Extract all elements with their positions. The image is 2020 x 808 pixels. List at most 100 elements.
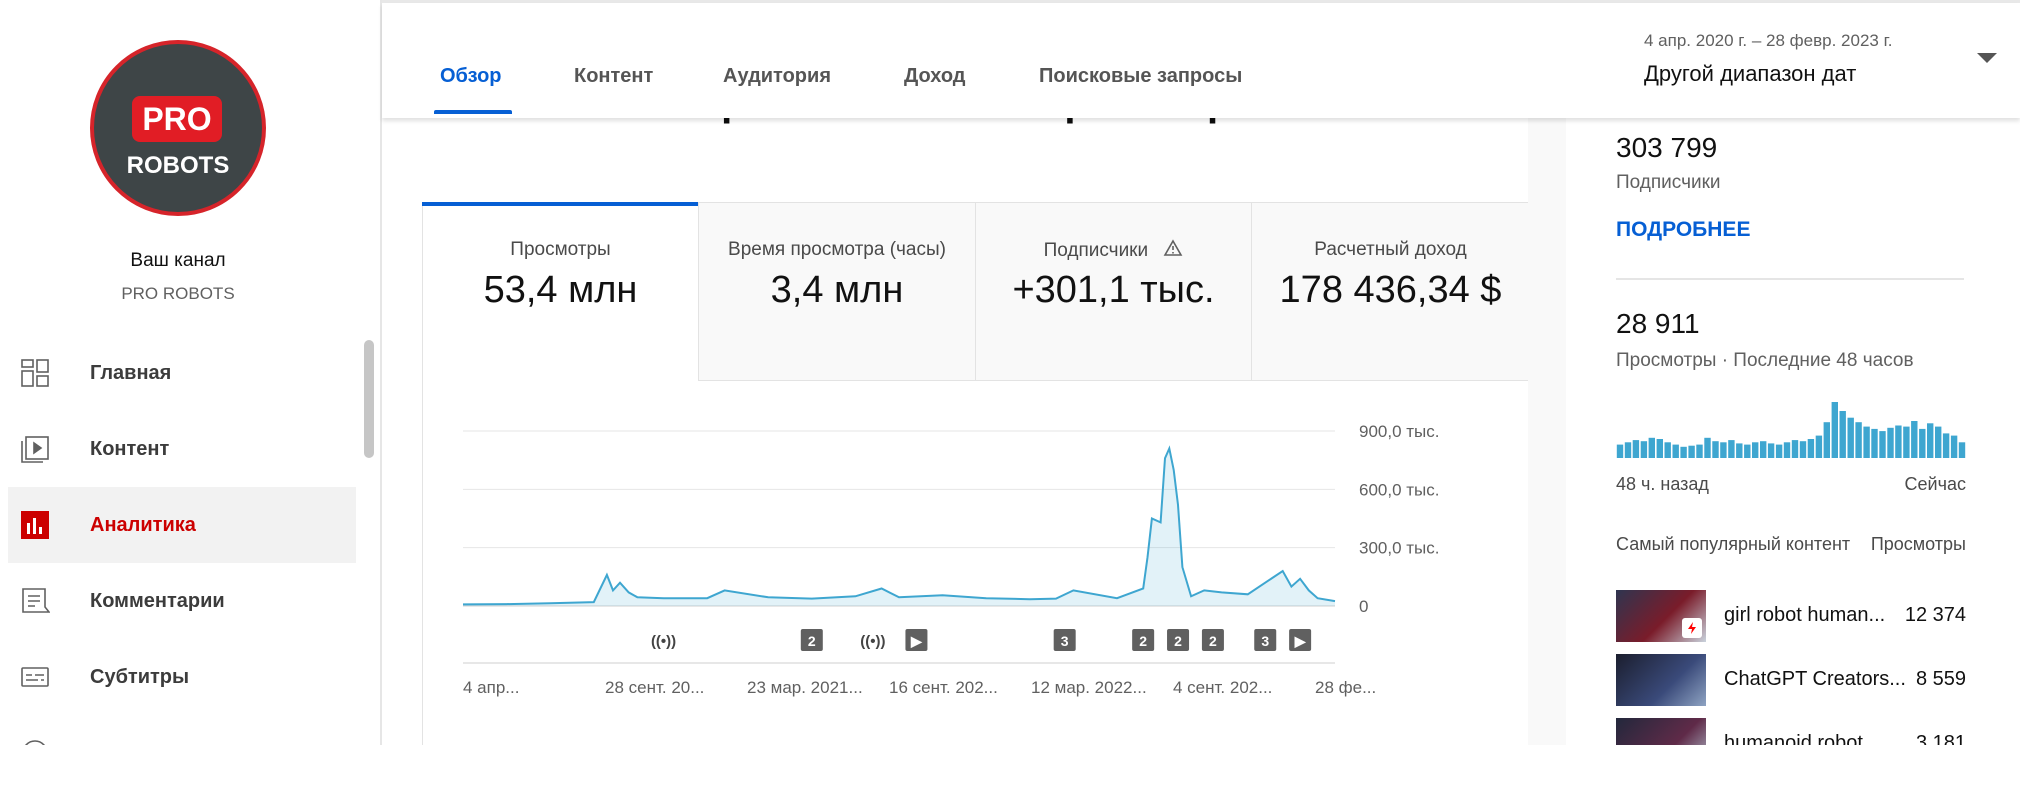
event-marker: ((•)): [860, 633, 885, 650]
analytics-page: PRO ROBOTS Ваш канал PRO ROBOTS Главная …: [0, 0, 2020, 808]
spark-bar: [1712, 441, 1719, 458]
spark-bar: [1680, 446, 1687, 458]
top-content-label: Самый популярный контент: [1616, 534, 1851, 554]
metrics-card: Просмотры 53,4 млн Время просмотра (часы…: [422, 202, 1530, 746]
spark-bar: [1752, 442, 1759, 458]
spark-bar: [1950, 435, 1958, 458]
event-marker: 2: [1174, 633, 1182, 649]
spark-bar: [1783, 442, 1791, 458]
top-video-row[interactable]: ChatGPT Creators... 8 559: [1616, 654, 1966, 708]
sidebar-item-label: Аналитика: [90, 513, 196, 536]
spark-bar: [1919, 428, 1926, 458]
subscribers-count: 303 799: [1616, 132, 1718, 163]
event-marker: ((•)): [651, 633, 676, 650]
metric-label-text: Подписчики: [1043, 240, 1149, 262]
video-views: 12 374: [1904, 604, 1966, 626]
details-link[interactable]: ПОДРОБНЕЕ: [1616, 218, 1750, 242]
views48-count: 28 911: [1616, 308, 1700, 339]
realtime-sparkline[interactable]: [1616, 398, 1966, 458]
x-tick-label: 28 сент. 20...: [605, 678, 704, 697]
circle-icon: [18, 736, 52, 745]
comments-icon: [18, 584, 52, 618]
tab-revenue[interactable]: Доход: [904, 65, 965, 88]
sidebar-scrollbar[interactable]: [364, 340, 374, 458]
metric-value: 53,4 млн: [483, 269, 638, 311]
channel-title: Ваш канал: [130, 250, 226, 271]
sidebar-item-analytics[interactable]: Аналитика: [8, 487, 356, 563]
event-marker: 3: [1061, 633, 1069, 649]
channel-avatar[interactable]: PRO ROBOTS: [90, 40, 266, 216]
spark-bar: [1672, 444, 1679, 458]
metric-label: Подписчики: [976, 239, 1251, 263]
analytics-icon: [18, 508, 52, 542]
spark-bar: [1696, 444, 1703, 458]
spark-bar: [1704, 437, 1711, 458]
x-tick-label: 23 мар. 2021...: [747, 678, 863, 697]
date-range-text: 4 апр. 2020 г. – 28 февр. 2023 г.: [1644, 31, 1893, 50]
event-marker: ▶: [1294, 633, 1307, 649]
spark-bar: [1895, 425, 1902, 458]
metric-value: 178 436,34 $: [1279, 269, 1502, 311]
spark-bar: [1831, 402, 1838, 458]
metric-label: Расчетный доход: [1314, 239, 1467, 260]
event-marker: 2: [1209, 633, 1217, 649]
y-tick-label: 600,0 тыс.: [1359, 480, 1440, 499]
spark-bar: [1839, 411, 1846, 458]
metric-tab-views[interactable]: Просмотры 53,4 млн: [422, 202, 699, 381]
views48-label: Просмотры · Последние 48 часов: [1616, 350, 1914, 371]
metric-label: Время просмотра (часы): [728, 239, 946, 260]
event-marker: ▶: [910, 633, 923, 649]
sidebar-item-dashboard[interactable]: Главная: [8, 335, 356, 411]
spark-bar: [1688, 445, 1695, 458]
sidebar-item-more[interactable]: [8, 715, 356, 745]
spark-bar: [1640, 441, 1648, 458]
x-tick-label: 12 мар. 2022...: [1031, 678, 1147, 697]
spark-bar: [1863, 426, 1870, 458]
spark-bar: [1871, 428, 1878, 458]
divider: [1616, 278, 1964, 280]
event-marker: 3: [1261, 633, 1269, 649]
spark-bar: [1927, 423, 1934, 458]
sidebar-item-subtitles[interactable]: Субтитры: [8, 639, 356, 715]
views-chart[interactable]: 900,0 тыс. 600,0 тыс. 300,0 тыс. 0 ((•)) 2 ((•…: [423, 383, 1503, 743]
event-marker: 2: [808, 633, 816, 649]
avatar-pro-badge: PRO: [132, 96, 222, 142]
sidebar-item-comments[interactable]: Комментарии: [8, 563, 356, 639]
sidebar-item-label: Субтитры: [90, 665, 190, 688]
date-range-label: Другой диапазон дат: [1644, 61, 1857, 86]
spark-bar: [1736, 443, 1743, 458]
x-tick-label: 4 сент. 202...: [1173, 678, 1272, 697]
x-tick-label: 16 сент. 202...: [889, 678, 998, 697]
metric-tab-watch-time[interactable]: Время просмотра (часы) 3,4 млн: [699, 203, 976, 381]
video-thumbnail[interactable]: [1616, 654, 1706, 706]
spark-bar: [1624, 442, 1632, 458]
top-video-row[interactable]: girl robot human... 12 374: [1616, 590, 1966, 644]
metric-tab-subscribers[interactable]: Подписчики +301,1 тыс.: [976, 203, 1252, 381]
spark-bar: [1744, 444, 1751, 458]
video-title[interactable]: girl robot human...: [1724, 604, 1885, 627]
spark-end-label: Сейчас: [1904, 474, 1966, 494]
event-marker: 2: [1139, 633, 1147, 649]
tab-search-queries[interactable]: Поисковые запросы: [1039, 65, 1242, 88]
spark-bar: [1616, 444, 1624, 458]
metric-tab-revenue[interactable]: Расчетный доход 178 436,34 $: [1252, 203, 1529, 381]
video-thumbnail[interactable]: [1616, 590, 1706, 642]
series-line: [462, 445, 1336, 606]
chevron-down-icon[interactable]: [1977, 53, 1997, 63]
video-library-icon: [18, 432, 52, 466]
spark-bar: [1799, 441, 1807, 458]
avatar-robots-text: ROBOTS: [126, 152, 230, 179]
video-title[interactable]: ChatGPT Creators...: [1724, 668, 1906, 691]
tab-audience[interactable]: Аудитория: [723, 65, 831, 88]
metric-value: 3,4 млн: [770, 269, 904, 311]
sidebar-item-content[interactable]: Контент: [8, 411, 356, 487]
video-views: 8 559: [1915, 668, 1966, 690]
subscribers-label: Подписчики: [1616, 172, 1721, 193]
tab-overview[interactable]: Обзор: [440, 65, 502, 88]
warning-icon[interactable]: [1163, 239, 1183, 263]
spark-bar: [1632, 440, 1640, 458]
metric-value: +301,1 тыс.: [1012, 269, 1215, 311]
spark-start-label: 48 ч. назад: [1616, 474, 1709, 494]
tab-content[interactable]: Контент: [574, 65, 653, 88]
sidebar-item-label: Комментарии: [90, 589, 225, 612]
